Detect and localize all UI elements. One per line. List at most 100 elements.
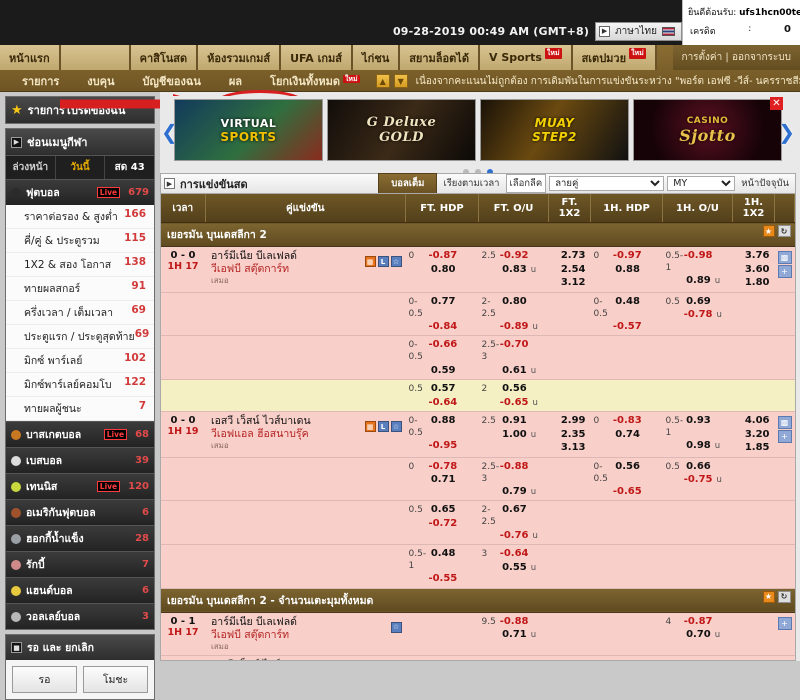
odds-cell-ft-1x2[interactable]: 2.73 2.54 3.12 xyxy=(548,246,591,293)
statistics-icon[interactable]: ▩ xyxy=(777,251,792,264)
odds-bottom-value[interactable]: -0.65 xyxy=(613,485,642,499)
odds-cell-ft-ou[interactable]: 2 0.56 -0.65 u xyxy=(478,379,549,413)
match-row[interactable]: 0 - 1 1H 17 อาร์มีเนีย บีเลเฟลด์ วีเอฟบี สต… xyxy=(161,612,795,657)
odds-bottom-value[interactable]: -0.65 xyxy=(500,396,529,410)
sport-submenu-item-7[interactable]: มิกซ์พาร์เลย์คอมโบ 122 xyxy=(6,373,154,397)
nav-item-6[interactable]: สยามล็อตได้ xyxy=(400,45,480,70)
odds-cell-h1-ou[interactable] xyxy=(662,379,733,413)
odds-cell-h1-1x2[interactable] xyxy=(732,500,775,546)
sport-submenu-item-5[interactable]: ประตูแรก / ประตูสุดท้าย 69 xyxy=(6,325,154,349)
odds-cell-h1-1x2[interactable]: 3.76 3.60 1.80 xyxy=(732,246,775,293)
match-teams-cell[interactable]: เอสวี เว็สน์ ไวส์บาเดนวีเอฟแอล ฮีอสนาบรุ… xyxy=(205,655,406,660)
odds-cell-h1-ou[interactable] xyxy=(662,335,733,381)
odds-bottom-value[interactable]: -0.75 xyxy=(684,473,713,487)
odds-top-value[interactable]: 0.48 xyxy=(431,547,456,561)
language-selector[interactable]: ▶ ภาษาไทย xyxy=(595,22,682,41)
odds-bottom-value[interactable]: 0.80 xyxy=(431,263,456,277)
sidebar-tab-1[interactable]: วันนี้ xyxy=(56,156,106,179)
match-teams-cell[interactable] xyxy=(205,379,406,413)
odds-cell-ft-hdp[interactable]: 0 -0.87 0.80 xyxy=(405,246,479,293)
nav-sub-item-0[interactable]: รายการ xyxy=(8,72,73,90)
odds-bottom-value[interactable]: 0.61 xyxy=(502,364,527,378)
odds-cell-h1-hdp[interactable]: 0 -0.97 0.88 xyxy=(590,246,663,293)
nav-item-5[interactable]: ไก่ชน xyxy=(353,45,401,70)
match-row[interactable]: 0 - 01H 19เอสวี เว็สน์ ไวส์บาเดนวีเอฟแอล… xyxy=(161,655,795,660)
sidebar-sport-5[interactable]: ฮอกกี้น้ำแข็ง 28 xyxy=(6,525,154,551)
live-score-icon[interactable]: L xyxy=(377,256,389,267)
odds-cell-ft-1x2[interactable]: 2.99 2.35 3.13 xyxy=(548,411,591,458)
odds-top-value[interactable]: -0.66 xyxy=(428,338,457,352)
nav-item-4[interactable]: UFA เกมส์ xyxy=(281,45,354,70)
odds-cell-h1-ou[interactable]: 3-0.760.61u xyxy=(662,655,733,660)
h1-1x2-value-0[interactable]: 4.06 xyxy=(735,414,770,428)
sport-submenu-item-3[interactable]: ทายผลสกอร์ 91 xyxy=(6,277,154,301)
odds-cell-h1-1x2[interactable] xyxy=(732,655,775,660)
refresh-icon[interactable]: ↻ xyxy=(777,590,791,603)
odds-top-value[interactable]: -0.70 xyxy=(500,338,529,352)
sport-submenu-item-6[interactable]: มิกซ์ พาร์เลย์ 102 xyxy=(6,349,154,373)
match-teams-cell[interactable]: เอสวี เว็สน์ ไวส์บาเดนวีเอฟแอล ฮีอสนาบรุ… xyxy=(205,411,406,458)
odds-cell-h1-hdp[interactable]: 0 -0.83 0.74 xyxy=(590,411,663,458)
odds-cell-h1-hdp[interactable] xyxy=(590,335,663,381)
nav-item-2[interactable]: คาสิโนสด xyxy=(130,45,199,70)
odds-cell-h1-hdp[interactable] xyxy=(590,544,663,589)
odds-cell-h1-ou[interactable] xyxy=(662,500,733,546)
sidebar-sport-8[interactable]: วอลเลย์บอล 3 xyxy=(6,603,154,629)
odds-bottom-value[interactable]: 0.79 xyxy=(502,485,527,499)
nav-item-8[interactable]: สเตปมวย ใหม่ xyxy=(572,45,657,70)
odds-cell-ft-hdp[interactable]: 0-0.5 -0.66 0.59 xyxy=(405,335,479,381)
odds-top-value[interactable]: 0.65 xyxy=(431,503,456,517)
odds-cell-h1-1x2[interactable] xyxy=(732,335,775,381)
sport-submenu-item-8[interactable]: ทายผลผู้ชนะ 7 xyxy=(6,397,154,421)
odds-cell-ft-ou[interactable]: 8-0.890.72u xyxy=(478,655,549,660)
nav-sub-item-3[interactable]: ผล xyxy=(215,72,256,90)
odds-cell-h1-1x2[interactable]: 4.06 3.20 1.85 xyxy=(732,411,775,458)
odds-cell-ft-ou[interactable]: 2.5 -0.92 0.83 u xyxy=(478,246,549,293)
odds-cell-ft-hdp[interactable] xyxy=(405,612,479,657)
nav-item-3[interactable]: ห้องรวมเกมส์ xyxy=(198,45,282,70)
full-ball-button[interactable]: บอลเต็ม xyxy=(378,173,438,194)
expand-more-icon[interactable]: + xyxy=(777,430,792,444)
favorites-header[interactable]: ★ รายการโปรดของฉัน xyxy=(6,97,154,123)
sidebar-sport-4[interactable]: อเมริกันฟุตบอล 6 xyxy=(6,499,154,525)
carousel-next-icon[interactable]: ❯ xyxy=(778,122,795,142)
odds-cell-ft-ou[interactable]: 9.5 -0.88 0.71 u xyxy=(478,612,549,657)
odds-top-value[interactable]: 0.88 xyxy=(431,414,456,428)
sidebar-sport-6[interactable]: รักบี้ 7 xyxy=(6,551,154,577)
odds-bottom-value[interactable]: 0.74 xyxy=(615,428,640,442)
odds-bottom-value[interactable]: -0.55 xyxy=(428,572,457,586)
odds-cell-ft-1x2[interactable] xyxy=(548,500,591,546)
odds-bottom-value[interactable]: 0.89 xyxy=(686,274,711,288)
odds-bottom-value[interactable]: -0.76 xyxy=(500,529,529,543)
odds-top-value[interactable]: -0.92 xyxy=(500,249,529,263)
odds-bottom-value[interactable]: 0.59 xyxy=(431,364,456,378)
match-teams-cell[interactable] xyxy=(205,500,406,546)
odds-top-value[interactable]: -0.97 xyxy=(613,249,642,263)
sport-submenu-item-0[interactable]: ราคาต่อรอง & สูงต่ำ 166 xyxy=(6,205,154,229)
odds-cell-ft-ou[interactable]: 2.5-3 -0.88 0.79 u xyxy=(478,457,549,502)
expand-more-icon[interactable]: + xyxy=(777,265,792,278)
odds-cell-ft-ou[interactable]: 2.5 0.91 1.00 u xyxy=(478,411,549,458)
ft-1x2-value-1[interactable]: 2.54 xyxy=(551,263,586,277)
sidebar-tab-0[interactable]: ล่วงหน้า xyxy=(6,156,56,179)
odds-top-value[interactable]: 0.69 xyxy=(686,295,711,309)
stats-icon[interactable]: ☆ xyxy=(390,421,402,433)
current-page-link[interactable]: หน้าปัจจุบัน xyxy=(738,175,792,192)
void-button[interactable]: โมชะ xyxy=(83,666,148,693)
ft-1x2-value-0[interactable]: 2.73 xyxy=(551,249,586,263)
banner-muay-step2[interactable]: MUAY STEP2 xyxy=(480,99,629,161)
odds-top-value[interactable]: 0.56 xyxy=(615,460,640,474)
match-row[interactable]: 0 - 0 1H 17 อาร์มีเนีย บีเลเฟลด์ วีเอฟบี สต… xyxy=(161,246,795,293)
sort-by-time-link[interactable]: เรียงตามเวลา xyxy=(440,175,502,192)
match-teams-cell[interactable]: อาร์มีเนีย บีเลเฟลด์ วีเอฟบี สตุ๊ตการ์ท เส… xyxy=(205,612,406,657)
odds-cell-h1-1x2[interactable] xyxy=(732,544,775,589)
odds-cell-h1-hdp[interactable] xyxy=(590,379,663,413)
odds-bottom-value[interactable]: 1.00 xyxy=(502,428,527,442)
expand-more-icon[interactable]: + xyxy=(777,616,792,630)
sidebar-sport-1[interactable]: บาสเกตบอล Live 68 xyxy=(6,421,154,447)
odds-cell-ft-ou[interactable]: 2.5-3 -0.70 0.61 u xyxy=(478,335,549,381)
odds-bottom-value[interactable]: -0.64 xyxy=(428,396,457,410)
odds-bottom-value[interactable]: 0.98 xyxy=(686,439,711,453)
odds-sub-row[interactable]: 0-0.5 0.77 -0.84 2-2.5 0.80 -0.89 u 0-0.5 0.48 -0… xyxy=(161,292,795,337)
sport-submenu-item-1[interactable]: คี่/คู่ & ประตูรวม 115 xyxy=(6,229,154,253)
